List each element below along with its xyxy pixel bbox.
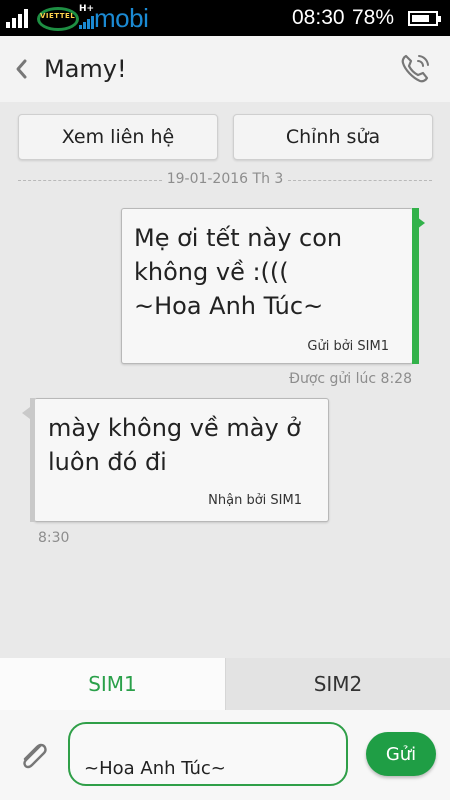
network-type: H+ xyxy=(79,4,95,14)
sim-label: Nhận bởi SIM1 xyxy=(208,493,302,508)
carrier-logo: VIETTEL xyxy=(36,4,79,31)
message-input[interactable]: ~Hoa Anh Túc~ xyxy=(68,722,348,786)
signal-icon-2 xyxy=(79,15,94,29)
status-time: 08:30 xyxy=(292,6,345,29)
incoming-message-bubble[interactable]: mày không về mày ở luôn đó đi Nhận bởi S… xyxy=(22,398,329,522)
message-input-value: ~Hoa Anh Túc~ xyxy=(84,758,226,779)
status-bar: VIETTEL H+ mobi 08:30 78% xyxy=(0,0,450,36)
bubble-accent xyxy=(412,208,419,364)
view-contact-button[interactable]: Xem liên hệ xyxy=(18,114,218,160)
date-divider: 19-01-2016 Th 3 xyxy=(18,170,432,190)
bubble-accent xyxy=(30,398,35,522)
contact-name[interactable]: Mamy! xyxy=(44,55,127,83)
carrier-name: mobi xyxy=(94,3,149,33)
message-text: mày không về mày ở luôn đó đi xyxy=(48,414,301,476)
message-text: Mẹ ơi tết này con không về :((( ~Hoa Anh… xyxy=(134,224,343,320)
signal-icon xyxy=(6,8,30,28)
battery-percent: 78% xyxy=(352,6,395,29)
conversation-header: Mamy! xyxy=(0,36,450,102)
send-button[interactable]: Gửi xyxy=(366,732,436,776)
battery-icon xyxy=(408,11,441,26)
battery-fill xyxy=(412,15,429,22)
bubble-tail xyxy=(417,217,425,229)
message-timestamp: Được gửi lúc 8:28 xyxy=(289,371,412,387)
outgoing-message-bubble[interactable]: Mẹ ơi tết này con không về :((( ~Hoa Anh… xyxy=(121,208,425,364)
edit-button[interactable]: Chỉnh sửa xyxy=(233,114,433,160)
bubble-tail xyxy=(22,407,30,419)
sim-label: Gửi bởi SIM1 xyxy=(307,339,389,354)
sim-tabs: SIM1 SIM2 xyxy=(0,658,450,710)
compose-bar: ~Hoa Anh Túc~ Gửi xyxy=(0,710,450,800)
carrier-logo-text: VIETTEL xyxy=(40,12,76,20)
date-label: 19-01-2016 Th 3 xyxy=(166,171,284,187)
chevron-left-icon[interactable] xyxy=(10,52,36,86)
tab-sim2[interactable]: SIM2 xyxy=(225,658,450,710)
tab-sim1[interactable]: SIM1 xyxy=(0,658,225,710)
message-timestamp: 8:30 xyxy=(38,530,70,546)
paperclip-icon[interactable] xyxy=(14,736,50,776)
phone-icon[interactable] xyxy=(396,48,436,88)
